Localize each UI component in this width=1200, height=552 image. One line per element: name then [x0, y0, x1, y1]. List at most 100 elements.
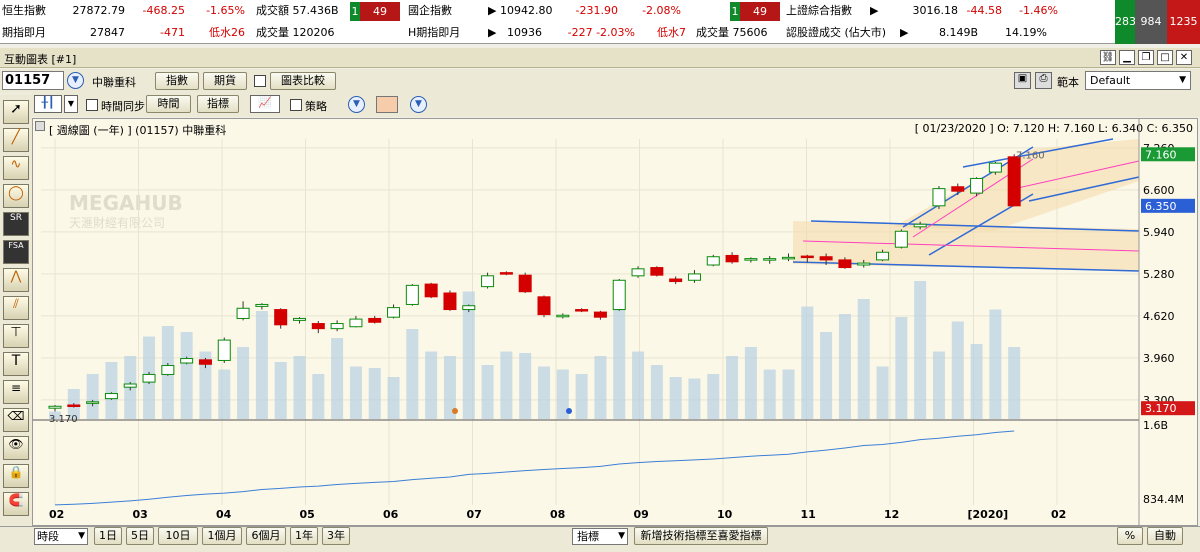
eraser-icon[interactable]: ⌫ — [3, 408, 29, 432]
save-icon[interactable]: ▣ — [1014, 72, 1031, 89]
link-icon[interactable]: ⛓ — [1100, 50, 1116, 65]
color-dropdown-icon[interactable]: ▼ — [410, 96, 427, 113]
ticker-hscei-adv: 1 — [730, 2, 740, 21]
compare-checkbox[interactable] — [254, 75, 266, 87]
volume-bar — [406, 329, 419, 419]
line-chart-icon[interactable]: 📈 — [250, 95, 280, 113]
candle-body — [951, 186, 965, 192]
trendline-icon[interactable]: ╱ — [3, 128, 29, 152]
chart-type-dropdown-icon[interactable]: ▼ — [64, 95, 78, 113]
template-select[interactable]: Default ▼ — [1085, 71, 1191, 90]
ticker-hsi-dec: 49 — [360, 2, 400, 21]
candle-body — [481, 275, 495, 288]
x-tick-label: 11 — [801, 508, 816, 521]
ticker-sse-change: -44.58 — [966, 4, 1002, 17]
ticker-warrant-value: 8.149B — [938, 26, 978, 39]
text-icon[interactable]: T — [3, 352, 29, 376]
ellipse-icon[interactable]: ◯ — [3, 184, 29, 208]
breadth-advance: 283 — [1115, 0, 1136, 44]
restore-icon[interactable]: ❐ — [1138, 50, 1154, 65]
chart-panel[interactable]: [ 週線圖 (一年) ] (01157) 中聯重科 [ 01/23/2020 ]… — [32, 118, 1198, 526]
period-button-4[interactable]: 6個月 — [246, 527, 286, 545]
magnet-icon[interactable]: 🧲 — [3, 492, 29, 516]
volume-bar — [312, 374, 325, 419]
minimize-icon[interactable]: ▁ — [1119, 50, 1135, 65]
candle-body — [650, 267, 664, 276]
fsa-icon[interactable]: FSA — [3, 240, 29, 264]
period-button-1[interactable]: 5日 — [126, 527, 154, 545]
high-price-tag: 7.160 — [1145, 148, 1177, 161]
volume-bar — [613, 306, 626, 419]
candle-body — [857, 262, 871, 266]
period-button-2[interactable]: 10日 — [158, 527, 198, 545]
period-button-0[interactable]: 1日 — [94, 527, 122, 545]
candle-body — [255, 303, 269, 307]
futures-button[interactable]: 期貨 — [203, 72, 247, 90]
ticker-play-icon: ▶ — [488, 4, 497, 17]
candle-body — [499, 272, 513, 275]
candle-body — [142, 373, 156, 383]
ticker-hsi-fut-change: -471 — [160, 26, 185, 39]
period-button-3[interactable]: 1個月 — [202, 527, 242, 545]
volume-bar — [876, 366, 889, 419]
breadth-unchanged: 984 — [1135, 0, 1167, 44]
candle-body — [330, 323, 344, 330]
candlestick-chart[interactable]: 7.2606.6005.9405.2804.6203.9603.3007.160… — [33, 119, 1197, 525]
color-swatch[interactable] — [376, 96, 398, 113]
ticker-play-icon: ▶ — [870, 4, 879, 17]
candle-body — [819, 256, 833, 261]
window-titlebar: 互動圖表 [#1] ⛓ ▁ ❐ □ ✕ — [0, 48, 1200, 68]
volume-bar — [86, 374, 99, 419]
time-sync-checkbox[interactable] — [86, 99, 98, 111]
candle-body — [387, 307, 401, 318]
stock-name: 中聯重科 — [92, 76, 136, 89]
period-select[interactable]: 時段 ▼ — [34, 528, 88, 545]
candle-body — [217, 339, 231, 361]
stock-code-input[interactable]: 01157 — [2, 71, 64, 90]
strategy-dropdown-icon[interactable]: ▼ — [348, 96, 365, 113]
pointer-icon[interactable]: ➚ — [3, 100, 29, 124]
period-button-5[interactable]: 1年 — [290, 527, 318, 545]
percent-button[interactable]: % — [1117, 527, 1143, 545]
x-tick-label: 02 — [1051, 508, 1066, 521]
high-annotation: 7.160 — [1016, 150, 1045, 161]
ticker-sse-pct: -1.46% — [1019, 4, 1058, 17]
sr-icon[interactable]: SR — [3, 212, 29, 236]
indicator-button[interactable]: 指標 — [197, 95, 239, 113]
indicator-select[interactable]: 指標 ▼ — [572, 528, 628, 545]
fan-icon[interactable]: ⋀ — [3, 268, 29, 292]
candle-body — [575, 309, 589, 312]
eye-icon[interactable]: 👁 — [3, 436, 29, 460]
volume-bar — [669, 377, 682, 419]
ticker-hsi-pct: -1.65% — [206, 4, 245, 17]
ticker-hscei-label: 國企指數 — [408, 4, 452, 17]
strategy-checkbox[interactable] — [290, 99, 302, 111]
close-icon[interactable]: ✕ — [1176, 50, 1192, 65]
volume-bar — [255, 311, 268, 419]
wave-icon[interactable]: ∿ — [3, 156, 29, 180]
maximize-icon[interactable]: □ — [1157, 50, 1173, 65]
y-tick-label: 6.600 — [1143, 184, 1175, 197]
candle-body — [368, 317, 382, 323]
compare-button[interactable]: 圖表比較 — [270, 72, 336, 90]
candle-body — [161, 365, 175, 375]
x-tick-label: [2020] — [968, 508, 1009, 521]
volume-bar — [368, 368, 381, 419]
lock-icon[interactable]: 🔒 — [3, 464, 29, 488]
period-button-6[interactable]: 3年 — [322, 527, 350, 545]
candle-body — [725, 254, 739, 263]
x-tick-label: 06 — [383, 508, 399, 521]
add-indicator-button[interactable]: 新增技術指標至喜愛指標 — [634, 527, 768, 545]
candle-body — [687, 273, 701, 281]
print-icon[interactable]: ⎙ — [1035, 72, 1052, 89]
volume-bar — [387, 377, 400, 419]
auto-button[interactable]: 自動 — [1147, 527, 1183, 545]
grid-lines-icon[interactable]: ≡ — [3, 380, 29, 404]
dropdown-circle-icon[interactable]: ▼ — [67, 72, 84, 89]
index-button[interactable]: 指數 — [155, 72, 199, 90]
chart-type-icon[interactable]: ╂┃ — [34, 95, 62, 113]
time-button[interactable]: 時間 — [146, 95, 191, 113]
channel-icon[interactable]: ⫽ — [3, 296, 29, 320]
ticker-hsi-change: -468.25 — [142, 4, 185, 17]
fibonacci-icon[interactable]: ⊤ — [3, 324, 29, 348]
